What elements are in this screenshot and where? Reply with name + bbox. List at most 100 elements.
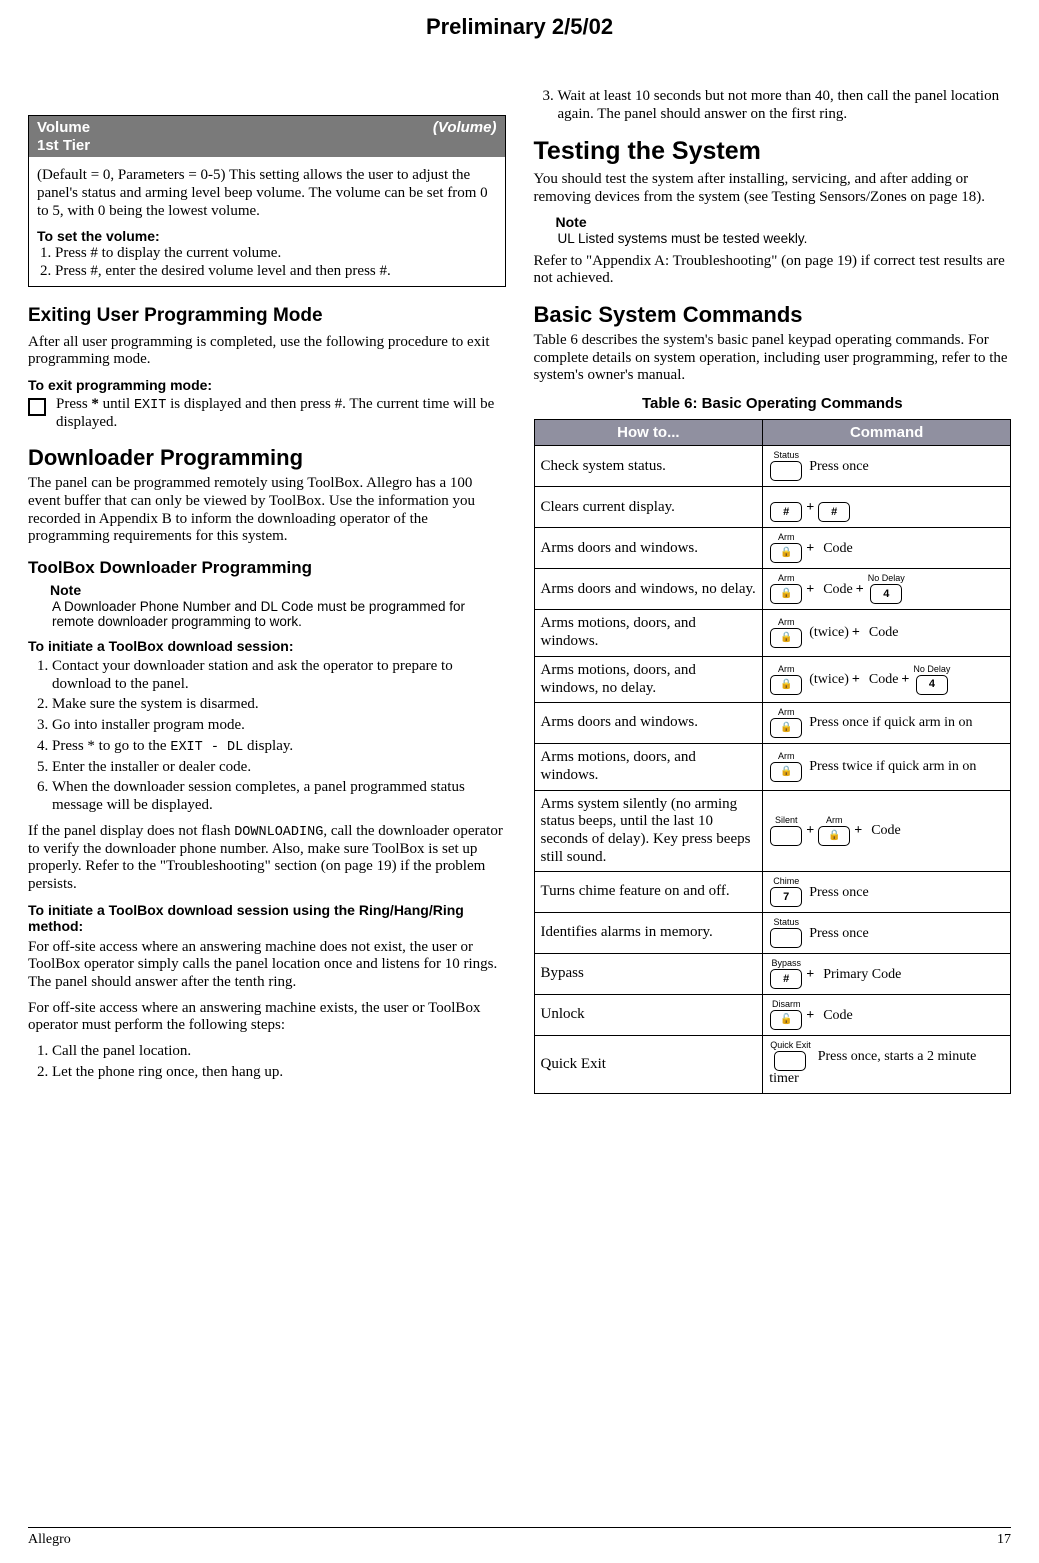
ring-steps: Call the panel location. Let the phone r…	[52, 1043, 506, 1081]
volume-title: Volume	[37, 119, 90, 136]
key-button: #	[770, 492, 802, 522]
key-face: #	[770, 502, 802, 522]
plus-sign: +	[806, 582, 814, 597]
key-cap: Status	[773, 451, 799, 460]
ring-head: To initiate a ToolBox download session u…	[28, 902, 506, 935]
key-face: 4	[870, 584, 902, 604]
table-row: Turns chime feature on and off.Chime7 Pre…	[534, 872, 1011, 913]
preliminary-banner: Preliminary 2/5/02	[0, 14, 1039, 40]
key-cap	[833, 492, 836, 501]
ring-p2: For off-site access where an answering m…	[28, 1000, 506, 1035]
howto-cell: Turns chime feature on and off.	[534, 872, 763, 913]
command-cell: Bypass#+Primary Code	[763, 954, 1011, 995]
list-item: Let the phone ring once, then hang up.	[52, 1064, 506, 1082]
volume-intro: (Default = 0, Parameters = 0-5) This set…	[37, 167, 497, 220]
howto-cell: Arms motions, doors, and windows, no del…	[534, 656, 763, 702]
command-text: Primary Code	[823, 967, 901, 982]
list-item: Call the panel location.	[52, 1043, 506, 1061]
command-cell: Arm🔒+Code+No Delay4	[763, 569, 1011, 610]
key-face: 🔒	[770, 628, 802, 648]
toolbox-heading: ToolBox Downloader Programming	[28, 558, 506, 578]
command-cell: Status Press once	[763, 913, 1011, 954]
lock-icon: 🔒	[780, 548, 792, 558]
lock-icon: 🔒	[780, 680, 792, 690]
list-item: Contact your downloader station and ask …	[52, 658, 506, 693]
command-cell: Arm🔒(twice)+Code	[763, 610, 1011, 656]
plus-sign: +	[806, 500, 814, 515]
table6-title: Table 6: Basic Operating Commands	[534, 395, 1012, 413]
table-row: UnlockDisarm🔓+Code	[534, 995, 1011, 1036]
exit-code: EXIT	[134, 398, 166, 413]
command-cell: Arm🔒Press twice if quick arm in on	[763, 744, 1011, 790]
plus-sign: +	[806, 541, 814, 556]
howto-cell: Arms system silently (no arming status b…	[534, 790, 763, 872]
key-face: 🔓	[770, 1010, 802, 1030]
key-button: Arm 🔒	[770, 708, 802, 738]
key-button: Arm🔒	[818, 816, 850, 846]
command-cell: Chime7 Press once	[763, 872, 1011, 913]
howto-cell: Clears current display.	[534, 487, 763, 528]
command-cell: # + #	[763, 487, 1011, 528]
content-columns: Volume 1st Tier (Volume) (Default = 0, P…	[28, 85, 1011, 1507]
list-item: Enter the installer or dealer code.	[52, 759, 506, 777]
howto-cell: Arms doors and windows.	[534, 703, 763, 744]
txt: until	[99, 396, 134, 412]
list-item: When the downloader session completes, a…	[52, 779, 506, 814]
note-head: Note	[50, 582, 506, 599]
command-text: Press once	[809, 885, 869, 900]
footer-right: 17	[997, 1532, 1011, 1549]
key-cap: Chime	[773, 877, 799, 886]
command-cell: Silent +Arm🔒+Code	[763, 790, 1011, 872]
howto-cell: Bypass	[534, 954, 763, 995]
txt: *	[91, 396, 99, 412]
page-footer: Allegro 17	[28, 1527, 1011, 1549]
table-row: Arms doors and windows.Arm🔒Press once if…	[534, 703, 1011, 744]
table-row: Arms motions, doors, and windows, no del…	[534, 656, 1011, 702]
key-face: #	[770, 969, 802, 989]
table-row: BypassBypass#+Primary Code	[534, 954, 1011, 995]
key-face	[774, 1051, 806, 1071]
howto-cell: Arms motions, doors, and windows.	[534, 744, 763, 790]
checkbox-icon	[28, 398, 46, 416]
plus-sign: +	[852, 672, 860, 687]
commands-table: How to... Command Check system status.St…	[534, 419, 1012, 1094]
key-face	[770, 461, 802, 481]
table-row: Arms doors and windows.Arm🔒+Code	[534, 528, 1011, 569]
key-cap: Arm	[778, 618, 795, 627]
list-item: Go into installer program mode.	[52, 717, 506, 735]
key-face: #	[818, 502, 850, 522]
exit-step-text: Press * until EXIT is displayed and then…	[56, 396, 506, 432]
right-column: Wait at least 10 seconds but not more th…	[534, 85, 1012, 1507]
howto-cell: Check system status.	[534, 446, 763, 487]
howto-cell: Quick Exit	[534, 1036, 763, 1094]
table-row: Clears current display. # + #	[534, 487, 1011, 528]
key-cap: No Delay	[868, 574, 905, 583]
plus-sign: +	[854, 823, 862, 838]
lock-icon: 🔒	[780, 723, 792, 733]
key-face	[770, 928, 802, 948]
command-text: Code	[871, 823, 901, 838]
howto-cell: Arms motions, doors, and windows.	[534, 610, 763, 656]
command-cell: Status Press once	[763, 446, 1011, 487]
key-cap: Bypass	[771, 959, 801, 968]
txt: If the panel display does not flash	[28, 823, 234, 839]
key-face: 🔒	[770, 762, 802, 782]
lock-icon: 🔒	[780, 589, 792, 599]
downloading-code: DOWNLOADING	[234, 825, 323, 840]
key-cap: No Delay	[913, 665, 950, 674]
key-cap: Arm	[778, 708, 795, 717]
note-body: A Downloader Phone Number and DL Code mu…	[52, 599, 506, 631]
basic-commands-heading: Basic System Commands	[534, 302, 1012, 328]
exit-step-row: Press * until EXIT is displayed and then…	[28, 396, 506, 432]
txt: display.	[243, 738, 293, 754]
table-row: Arms doors and windows, no delay.Arm🔒+Co…	[534, 569, 1011, 610]
key-button: No Delay4	[913, 665, 950, 695]
command-text: Code	[823, 582, 853, 597]
lock-icon: 🔒	[780, 633, 792, 643]
key-button: Quick Exit	[770, 1041, 811, 1071]
key-button: #	[818, 492, 850, 522]
key-button: Chime7	[770, 877, 802, 907]
command-cell: Disarm🔓+Code	[763, 995, 1011, 1036]
volume-subtitle: 1st Tier	[37, 137, 90, 154]
command-text: Press once	[809, 459, 869, 474]
